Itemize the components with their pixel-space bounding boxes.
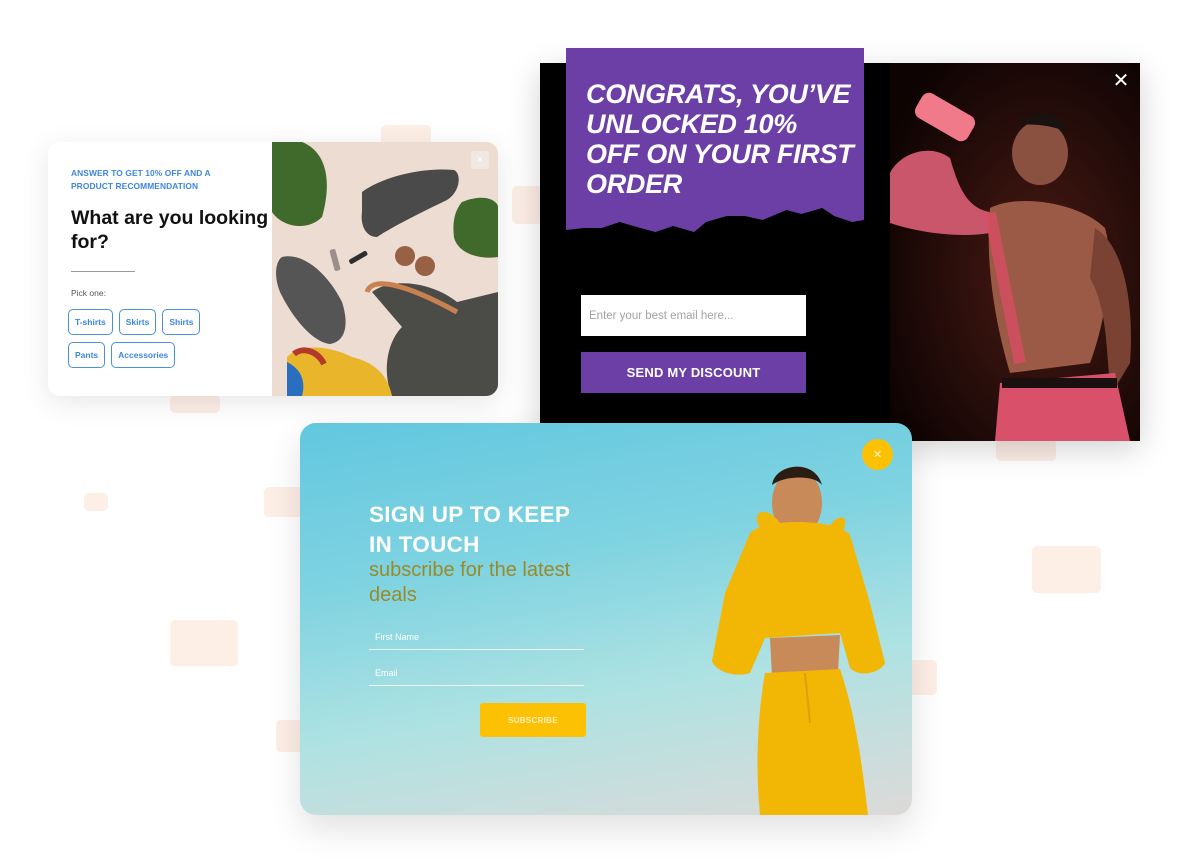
option-shirts[interactable]: Shirts bbox=[162, 309, 201, 335]
model-illustration bbox=[712, 466, 885, 815]
decor-square bbox=[264, 487, 304, 517]
quiz-content: ANSWER TO GET 10% OFF AND A PRODUCT RECO… bbox=[48, 142, 272, 396]
model-image bbox=[600, 423, 900, 815]
option-pants[interactable]: Pants bbox=[68, 342, 106, 368]
decor-square bbox=[84, 493, 108, 511]
option-skirts[interactable]: Skirts bbox=[118, 309, 157, 335]
athlete-image bbox=[890, 63, 1140, 441]
quiz-eyebrow: ANSWER TO GET 10% OFF AND A PRODUCT RECO… bbox=[71, 168, 211, 191]
email-input[interactable] bbox=[581, 295, 806, 336]
pants-shape bbox=[757, 669, 868, 815]
send-discount-button[interactable]: SEND MY DISCOUNT bbox=[581, 352, 806, 393]
subscribe-button[interactable]: SUBSCRIBE bbox=[480, 703, 586, 737]
option-tshirts[interactable]: T-shirts bbox=[68, 309, 113, 335]
flatlay-illustration bbox=[272, 142, 498, 396]
close-icon[interactable]: × bbox=[862, 439, 893, 470]
pick-label: Pick one: bbox=[71, 288, 106, 298]
option-accessories[interactable]: Accessories bbox=[111, 342, 176, 368]
close-icon[interactable]: ✕ bbox=[1112, 71, 1130, 91]
product-flatlay-image: × bbox=[272, 142, 498, 396]
quiz-title: What are you looking for? bbox=[71, 207, 269, 253]
decor-square bbox=[1032, 546, 1101, 593]
close-icon[interactable]: × bbox=[471, 151, 489, 169]
discount-title: CONGRATS, YOU’VE UNLOCKED 10% OFF ON YOU… bbox=[586, 79, 854, 199]
athlete-illustration bbox=[890, 63, 1140, 441]
signup-popup: SIGN UP TO KEEP IN TOUCH subscribe for t… bbox=[300, 423, 912, 815]
discount-popup: CONGRATS, YOU’VE UNLOCKED 10% OFF ON YOU… bbox=[540, 48, 1140, 441]
option-list: T-shirts Skirts Shirts Pants Accessories bbox=[68, 309, 228, 368]
divider bbox=[71, 271, 135, 272]
decor-square bbox=[512, 186, 542, 224]
decor-square bbox=[170, 620, 238, 666]
signup-title: SIGN UP TO KEEP IN TOUCH bbox=[369, 502, 570, 557]
decor-square bbox=[170, 395, 220, 413]
decor-square bbox=[996, 440, 1056, 461]
signup-subtitle: subscribe for the latest deals bbox=[369, 559, 571, 606]
first-name-input[interactable] bbox=[369, 624, 584, 650]
quiz-popup: ANSWER TO GET 10% OFF AND A PRODUCT RECO… bbox=[48, 142, 498, 396]
email-input[interactable] bbox=[369, 660, 584, 686]
